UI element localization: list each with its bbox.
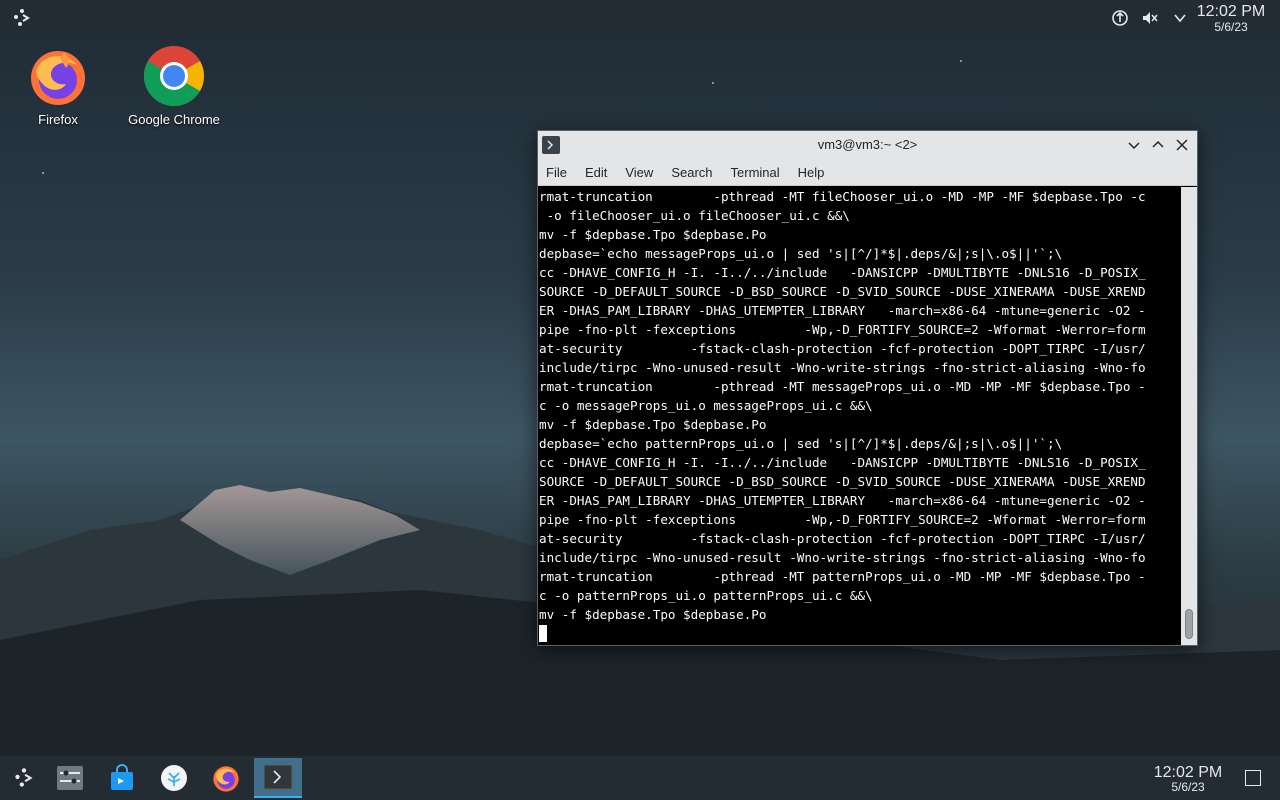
desktop-icon-label: Google Chrome bbox=[128, 112, 220, 127]
system-tray bbox=[1110, 8, 1190, 28]
menu-edit[interactable]: Edit bbox=[585, 165, 615, 180]
digital-clock[interactable]: 12:02 PM 5/6/23 bbox=[1192, 3, 1270, 34]
terminal-cursor bbox=[539, 625, 547, 642]
clock-time: 12:02 PM bbox=[1153, 764, 1223, 781]
system-settings-icon[interactable] bbox=[46, 758, 94, 798]
terminal-line: at-security -fstack-clash-protection -fc… bbox=[539, 531, 1146, 546]
volume-muted-icon[interactable] bbox=[1140, 8, 1160, 28]
desktop-icon-firefox[interactable]: Firefox bbox=[3, 44, 113, 127]
digital-clock[interactable]: 12:02 PM 5/6/23 bbox=[1146, 764, 1230, 794]
terminal-line: mv -f $depbase.Tpo $depbase.Po bbox=[539, 417, 767, 432]
terminal-line: ER -DHAS_PAM_LIBRARY -DHAS_UTEMPTER_LIBR… bbox=[539, 493, 1146, 508]
firefox-icon[interactable] bbox=[202, 758, 250, 798]
terminal-line: ER -DHAS_PAM_LIBRARY -DHAS_UTEMPTER_LIBR… bbox=[539, 303, 1146, 318]
desktop-icon-label: Firefox bbox=[38, 112, 78, 127]
terminal-window: vm3@vm3:~ <2> File Edit View Search Term… bbox=[537, 130, 1198, 646]
terminal-line: depbase=`echo messageProps_ui.o | sed 's… bbox=[539, 246, 1063, 261]
window-titlebar[interactable]: vm3@vm3:~ <2> bbox=[538, 131, 1197, 159]
network-icon[interactable] bbox=[1110, 8, 1130, 28]
menu-bar: File Edit View Search Terminal Help bbox=[538, 159, 1197, 186]
terminal-line: mv -f $depbase.Tpo $depbase.Po bbox=[539, 607, 767, 622]
menu-file[interactable]: File bbox=[546, 165, 575, 180]
window-title: vm3@vm3:~ <2> bbox=[817, 137, 918, 152]
clock-time: 12:02 PM bbox=[1196, 3, 1266, 20]
terminal-line: -o fileChooser_ui.o fileChooser_ui.c &&\ bbox=[539, 208, 850, 223]
menu-search[interactable]: Search bbox=[671, 165, 720, 180]
show-desktop-icon[interactable] bbox=[1245, 770, 1261, 786]
menu-help[interactable]: Help bbox=[798, 165, 833, 180]
terminal-line: cc -DHAVE_CONFIG_H -I. -I../../include -… bbox=[539, 455, 1146, 470]
application-launcher-icon[interactable] bbox=[10, 6, 34, 30]
application-launcher-icon[interactable] bbox=[0, 758, 48, 798]
terminal-line: SOURCE -D_DEFAULT_SOURCE -D_BSD_SOURCE -… bbox=[539, 284, 1146, 299]
minimize-button[interactable] bbox=[1125, 136, 1143, 154]
chrome-icon bbox=[142, 44, 206, 108]
vertical-scrollbar[interactable] bbox=[1181, 187, 1197, 645]
terminal-line: mv -f $depbase.Tpo $depbase.Po bbox=[539, 227, 767, 242]
terminal-line: pipe -fno-plt -fexceptions -Wp,-D_FORTIF… bbox=[539, 322, 1146, 337]
menu-view[interactable]: View bbox=[625, 165, 661, 180]
terminal-line: pipe -fno-plt -fexceptions -Wp,-D_FORTIF… bbox=[539, 512, 1146, 527]
desktop-icon-google-chrome[interactable]: Google Chrome bbox=[119, 44, 229, 127]
top-panel: 12:02 PM 5/6/23 bbox=[0, 0, 1280, 36]
terminal-line bbox=[538, 624, 1181, 643]
scrollbar-thumb[interactable] bbox=[1185, 609, 1193, 639]
terminal-line: cc -DHAVE_CONFIG_H -I. -I../../include -… bbox=[539, 265, 1146, 280]
clock-date: 5/6/23 bbox=[1171, 780, 1205, 794]
terminal-line: depbase=`echo patternProps_ui.o | sed 's… bbox=[539, 436, 1063, 451]
menu-terminal[interactable]: Terminal bbox=[731, 165, 788, 180]
terminal-output[interactable]: rmat-truncation -pthread -MT fileChooser… bbox=[538, 187, 1181, 645]
konsole-icon[interactable] bbox=[254, 758, 302, 798]
terminal-line: SOURCE -D_DEFAULT_SOURCE -D_BSD_SOURCE -… bbox=[539, 474, 1146, 489]
close-button[interactable] bbox=[1173, 136, 1191, 154]
terminal-line: rmat-truncation -pthread -MT messageProp… bbox=[539, 379, 1146, 394]
firefox-icon bbox=[26, 44, 90, 108]
maximize-button[interactable] bbox=[1149, 136, 1167, 154]
terminal-line: at-security -fstack-clash-protection -fc… bbox=[539, 341, 1146, 356]
taskbar: 12:02 PM 5/6/23 bbox=[0, 756, 1280, 800]
welcome-center-icon[interactable] bbox=[150, 758, 198, 798]
chevron-down-icon[interactable] bbox=[1170, 8, 1190, 28]
terminal-line: rmat-truncation -pthread -MT patternProp… bbox=[539, 569, 1146, 584]
discover-store-icon[interactable] bbox=[98, 758, 146, 798]
terminal-line: c -o messageProps_ui.o messageProps_ui.c… bbox=[539, 398, 873, 413]
terminal-line: rmat-truncation -pthread -MT fileChooser… bbox=[539, 189, 1146, 204]
terminal-line: include/tirpc -Wno-unused-result -Wno-wr… bbox=[539, 360, 1146, 375]
clock-date: 5/6/23 bbox=[1214, 20, 1248, 34]
terminal-line: c -o patternProps_ui.o patternProps_ui.c… bbox=[539, 588, 873, 603]
terminal-line: include/tirpc -Wno-unused-result -Wno-wr… bbox=[539, 550, 1146, 565]
